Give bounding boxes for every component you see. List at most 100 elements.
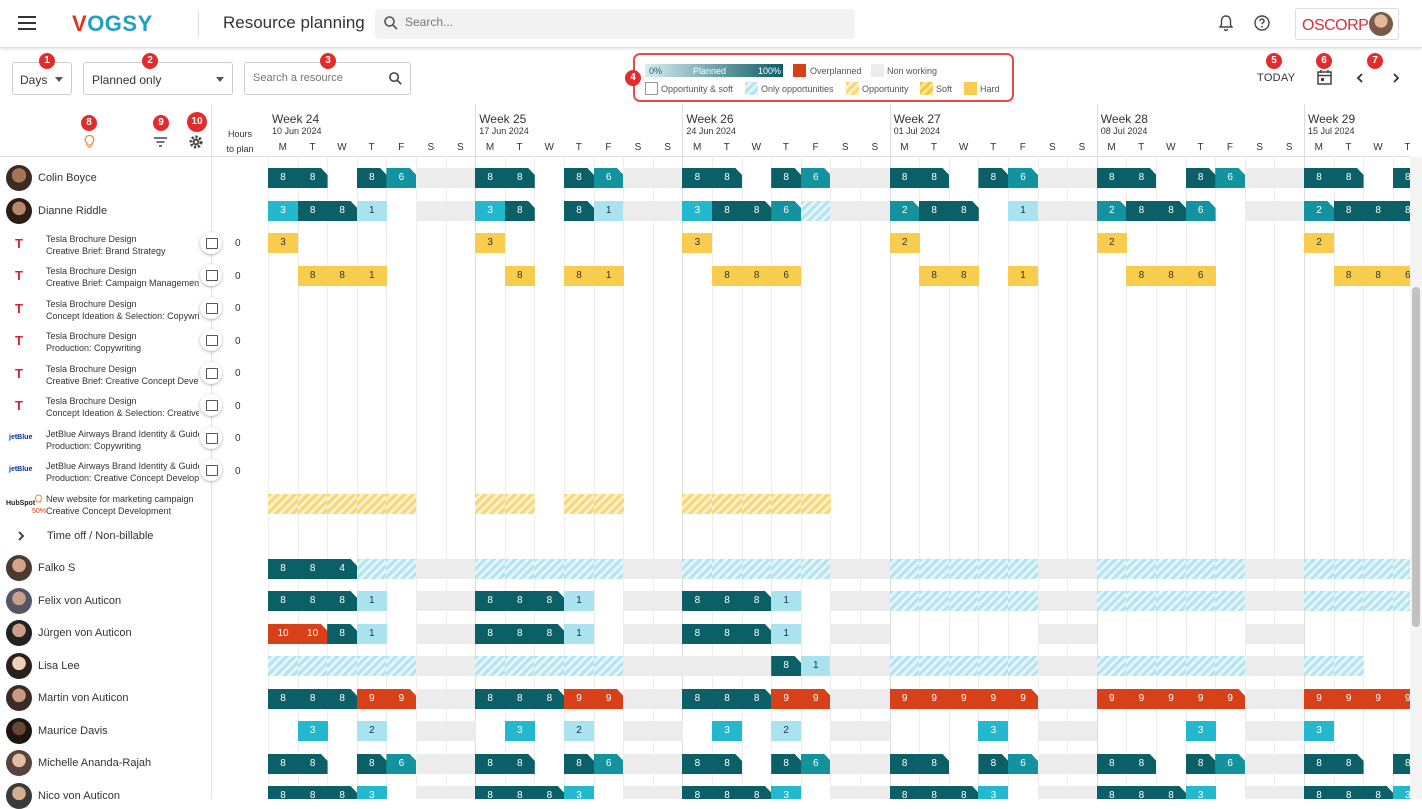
schedule-cell[interactable] (297, 494, 328, 514)
schedule-cell[interactable] (623, 201, 654, 221)
schedule-cell[interactable] (919, 656, 950, 676)
resource-name[interactable]: Falko S (38, 562, 75, 574)
schedule-cell[interactable]: 6 (593, 754, 624, 774)
schedule-cell[interactable]: 8 (297, 168, 328, 188)
resource-name[interactable]: Maurice Davis (38, 725, 108, 737)
resource-name[interactable]: Dianne Riddle (38, 205, 107, 217)
schedule-cell[interactable] (445, 559, 476, 579)
schedule-cell[interactable] (268, 656, 298, 676)
schedule-cell[interactable] (445, 201, 476, 221)
schedule-cell[interactable]: 9 (564, 689, 594, 709)
schedule-cell[interactable]: 9 (1156, 689, 1186, 709)
schedule-cell[interactable] (1274, 656, 1305, 676)
schedule-cell[interactable]: 2 (889, 233, 920, 253)
schedule-cell[interactable]: 3 (712, 721, 742, 741)
schedule-cell[interactable]: 8 (1126, 266, 1157, 286)
schedule-cell[interactable]: 8 (1185, 168, 1216, 188)
schedule-cell[interactable] (1067, 721, 1098, 741)
schedule-cell[interactable] (327, 494, 358, 514)
schedule-cell[interactable] (830, 591, 861, 611)
schedule-cell[interactable]: 8 (1333, 266, 1364, 286)
schedule-cell[interactable]: 8 (1333, 786, 1364, 799)
schedule-calendar-button[interactable] (200, 264, 222, 286)
schedule-cell[interactable] (682, 559, 713, 579)
schedule-cell[interactable]: 2 (1304, 201, 1334, 221)
schedule-cell[interactable] (534, 656, 565, 676)
schedule-cell[interactable]: 8 (564, 168, 594, 188)
schedule-cell[interactable]: 8 (297, 559, 328, 579)
schedule-cell[interactable] (978, 656, 1009, 676)
schedule-cell[interactable]: 6 (771, 266, 802, 286)
schedule-cell[interactable]: 3 (356, 786, 387, 799)
schedule-cell[interactable]: 8 (475, 624, 506, 644)
schedule-cell[interactable]: 8 (327, 591, 358, 611)
schedule-cell[interactable] (1067, 786, 1098, 799)
schedule-cell[interactable] (1274, 591, 1305, 611)
schedule-cell[interactable]: 8 (978, 168, 1009, 188)
schedule-cell[interactable]: 8 (356, 168, 387, 188)
schedule-cell[interactable]: 9 (919, 689, 950, 709)
schedule-cell[interactable] (564, 494, 594, 514)
schedule-cell[interactable] (1156, 559, 1186, 579)
task-name[interactable]: Tesla Brochure Design Creative Brief: Bra… (46, 233, 199, 257)
schedule-cell[interactable]: 8 (504, 201, 535, 221)
schedule-cell[interactable] (830, 624, 861, 644)
schedule-cell[interactable] (741, 656, 772, 676)
schedule-cell[interactable] (652, 656, 683, 676)
schedule-cell[interactable]: 6 (1008, 168, 1038, 188)
schedule-cell[interactable] (1244, 559, 1275, 579)
schedule-cell[interactable] (860, 786, 890, 799)
schedule-cell[interactable] (948, 591, 979, 611)
schedule-cell[interactable] (623, 754, 654, 774)
task-name[interactable]: Tesla Brochure Design Creative Brief: Cam… (46, 265, 199, 289)
schedule-cell[interactable] (1037, 201, 1068, 221)
schedule-cell[interactable]: 9 (1363, 689, 1394, 709)
schedule-calendar-button[interactable] (200, 394, 222, 416)
task-name[interactable]: Tesla Brochure Design Creative Brief: Cre… (46, 363, 199, 387)
schedule-cell[interactable] (1008, 559, 1038, 579)
schedule-cell[interactable] (416, 624, 446, 644)
schedule-cell[interactable] (1037, 656, 1068, 676)
schedule-cell[interactable]: 6 (1185, 266, 1216, 286)
schedule-cell[interactable]: 8 (564, 201, 594, 221)
schedule-cell[interactable]: 8 (682, 786, 713, 799)
schedule-cell[interactable]: 1 (356, 266, 387, 286)
schedule-cell[interactable] (564, 656, 594, 676)
global-search[interactable] (375, 9, 855, 39)
schedule-cell[interactable] (652, 624, 683, 644)
schedule-cell[interactable]: 9 (978, 689, 1009, 709)
schedule-cell[interactable] (652, 754, 683, 774)
resource-name[interactable]: Felix von Auticon (38, 595, 121, 607)
schedule-cell[interactable]: 8 (741, 266, 772, 286)
schedule-cell[interactable] (416, 689, 446, 709)
schedule-cell[interactable] (445, 656, 476, 676)
schedule-cell[interactable] (1274, 168, 1305, 188)
resource-name[interactable]: Michelle Ananda-Rajah (38, 757, 151, 769)
schedule-cell[interactable] (1067, 168, 1098, 188)
schedule-cell[interactable]: 3 (1185, 721, 1216, 741)
schedule-cell[interactable] (712, 559, 742, 579)
schedule-cell[interactable]: 3 (978, 721, 1009, 741)
schedule-cell[interactable] (652, 786, 683, 799)
schedule-cell[interactable]: 8 (771, 168, 802, 188)
search-icon[interactable] (388, 71, 403, 86)
schedule-cell[interactable] (889, 656, 920, 676)
schedule-cell[interactable]: 3 (682, 201, 713, 221)
schedule-cell[interactable]: 8 (1333, 168, 1364, 188)
schedule-cell[interactable]: 8 (564, 266, 594, 286)
schedule-cell[interactable] (1096, 591, 1127, 611)
schedule-cell[interactable] (1156, 656, 1186, 676)
schedule-cell[interactable]: 9 (948, 689, 979, 709)
schedule-cell[interactable]: 9 (800, 689, 831, 709)
schedule-cell[interactable] (1333, 591, 1364, 611)
schedule-cell[interactable]: 8 (712, 689, 742, 709)
schedule-cell[interactable] (623, 559, 654, 579)
schedule-cell[interactable] (712, 656, 742, 676)
schedule-cell[interactable] (1037, 786, 1068, 799)
calendar-icon[interactable] (1316, 69, 1333, 86)
schedule-cell[interactable] (1037, 624, 1068, 644)
schedule-cell[interactable] (860, 559, 890, 579)
schedule-cell[interactable]: 8 (682, 168, 713, 188)
schedule-cell[interactable] (416, 559, 446, 579)
schedule-cell[interactable] (534, 559, 565, 579)
